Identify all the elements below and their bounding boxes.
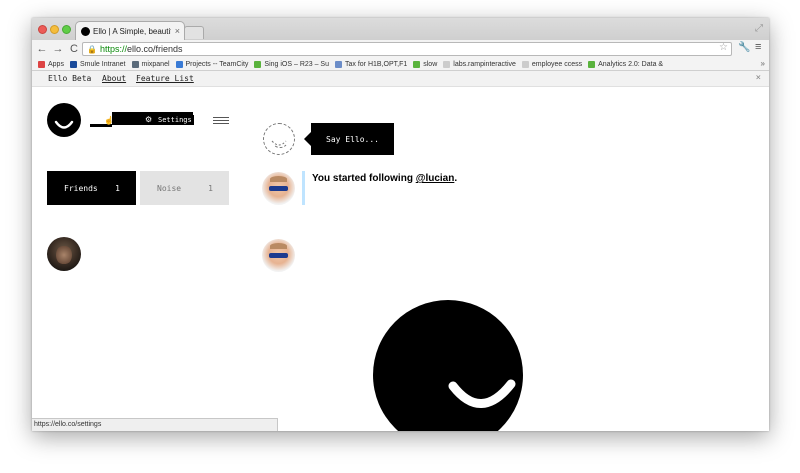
zoom-window-button[interactable] [62,25,71,34]
tab-title: Ello | A Simple, beautiful & [93,26,171,36]
feature-list-link[interactable]: Feature List [136,74,194,83]
glasses-icon [269,186,288,191]
say-ello-button[interactable]: Say Ello... [304,123,394,155]
dashed-smile-icon [271,140,287,146]
lock-icon: 🔒 [87,44,97,54]
bookmark-item[interactable]: Smule Intranet [69,60,126,68]
dashed-ello-avatar [263,123,295,155]
back-icon[interactable]: ← [36,43,48,55]
page-icon [521,60,529,68]
close-window-button[interactable] [38,25,47,34]
tab-close-icon[interactable]: × [171,26,184,36]
address-bar[interactable]: 🔒 https:// ello.co/friends ☆ [82,42,732,56]
menu-icon[interactable]: ≡ [755,41,761,53]
ello-avatar[interactable] [47,103,81,137]
noise-stream-button[interactable]: Noise 1 [140,171,229,205]
browser-window: Ello | A Simple, beautiful & × ⤢ ← → C 🔒… [32,18,769,431]
glasses-icon [269,253,288,258]
user-avatar[interactable] [262,239,295,272]
main-content: ☝ ⚙ Settings Friends 1 Noise 1 Say Ello.… [32,87,769,431]
bookmark-star-icon[interactable]: ☆ [719,42,728,53]
site-nav: Ello Beta About Feature List × [32,71,769,87]
mention-link[interactable]: @lucian [416,173,455,184]
user-avatar[interactable] [262,172,295,205]
tax-icon [335,60,342,68]
page-icon [443,60,451,68]
reload-icon[interactable]: C [68,43,80,55]
bookmark-item[interactable]: mixpanel [131,60,170,68]
noise-label: Noise [157,184,182,193]
big-smile-icon [448,379,516,408]
notification-accent [302,171,305,205]
pointer-hand-icon: ☝ [104,116,114,125]
notification-text: You started following @lucian. [312,173,458,184]
bookmark-item[interactable]: Sing iOS – R23 – Su [254,60,329,68]
hamburger-icon[interactable] [213,117,229,126]
bookmark-item[interactable]: slow [413,60,437,68]
gear-icon: ⚙ [145,115,153,124]
mixpanel-icon [131,60,139,68]
friends-count: 1 [115,184,120,193]
new-tab-button[interactable] [184,26,204,39]
friends-label: Friends [64,184,98,193]
wrench-icon[interactable]: 🔧 [738,42,750,53]
apps-icon [38,60,45,68]
sheet-icon [413,60,421,68]
bookmark-item[interactable]: Tax for H1B,OPT,F1 [335,60,407,68]
brand-label: Ello Beta [48,74,92,83]
tab-strip: Ello | A Simple, beautiful & × ⤢ [32,18,769,40]
browser-toolbar: ← → C 🔒 https:// ello.co/friends ☆ 🔧 ≡ [32,40,769,58]
bookmark-item[interactable]: Projects -- TeamCity [175,60,248,68]
bookmark-item[interactable]: Analytics 2.0: Data & [588,60,663,68]
url-path: ello.co/friends [126,44,183,54]
browser-tab[interactable]: Ello | A Simple, beautiful & × [75,21,185,40]
bookmark-item[interactable]: employee ccess [521,60,582,68]
fullscreen-icon[interactable]: ⤢ [755,23,763,34]
smile-icon [54,120,74,129]
smule-icon [69,60,77,68]
close-nav-icon[interactable]: × [756,73,761,83]
bookmarks-bar: Apps Smule Intranet mixpanel Projects --… [32,58,769,71]
forward-icon[interactable]: → [52,43,64,55]
friend-avatar[interactable] [47,237,81,271]
ello-favicon-icon [81,26,90,36]
teamcity-icon [175,60,183,68]
sheet-icon [254,60,262,68]
bookmark-item[interactable]: labs.rampinteractive [443,60,516,68]
sheet-icon [588,60,596,68]
noise-count: 1 [208,184,213,193]
status-bar: https://ello.co/settings [32,418,278,431]
ello-logo-icon [373,300,523,431]
settings-link[interactable]: Settings [156,115,194,125]
minimize-window-button[interactable] [50,25,59,34]
about-link[interactable]: About [102,74,126,83]
url-scheme: https:// [99,44,127,54]
profile-header-bar: ☝ ⚙ Settings [90,112,197,127]
friends-stream-button[interactable]: Friends 1 [47,171,136,205]
bookmark-item[interactable]: Apps [38,60,64,68]
more-bookmarks-icon[interactable]: » [761,59,765,68]
